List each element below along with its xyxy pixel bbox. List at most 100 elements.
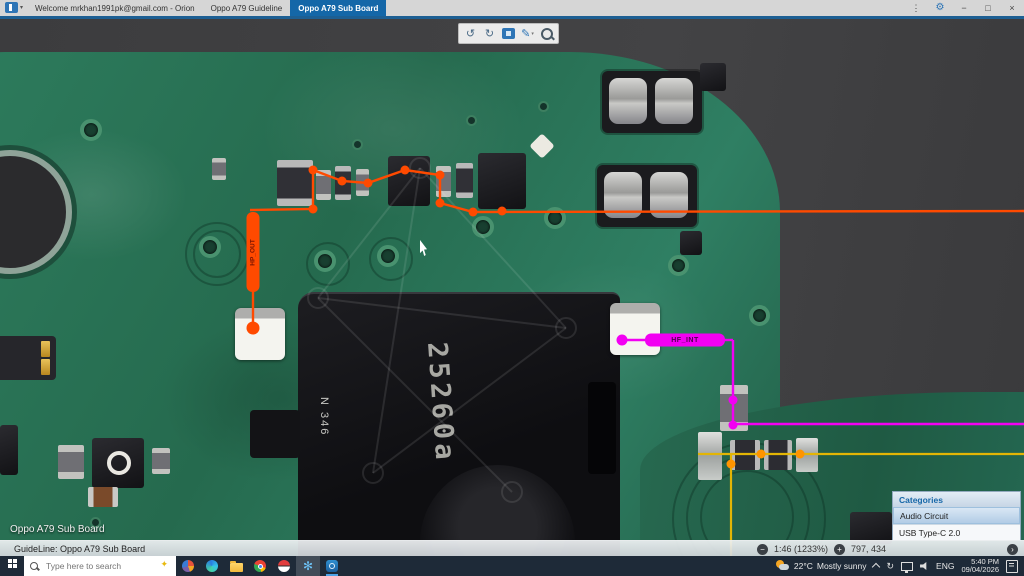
via-hole xyxy=(199,236,221,258)
pcb-component xyxy=(436,166,451,197)
windows-taskbar: ✦ ✻ 22°C Mostly sunny ↻ ENG 5:40 PM 09/0… xyxy=(0,556,1024,576)
via-hole xyxy=(314,250,336,272)
app-logo-icon[interactable] xyxy=(5,2,18,13)
zoom-search-button[interactable] xyxy=(537,26,556,42)
categories-header: Categories xyxy=(893,492,1020,507)
fit-screen-button[interactable] xyxy=(499,26,518,42)
weather-desc: Mostly sunny xyxy=(816,561,867,571)
weather-widget[interactable]: 22°C Mostly sunny xyxy=(775,560,867,572)
taskbar-search[interactable]: ✦ xyxy=(24,556,176,576)
via-hole xyxy=(472,216,494,238)
rotate-left-button[interactable]: ↺ xyxy=(461,26,480,42)
zoom-in-button[interactable]: + xyxy=(834,543,845,555)
taskbar-app-edge[interactable] xyxy=(200,556,224,576)
via-hole xyxy=(538,101,549,112)
view-toolbar: ↺ ↻ ✎ ▾ xyxy=(458,23,559,44)
orion-app-icon: ✻ xyxy=(302,559,314,573)
app-window: ▾ Welcome mrkhan1991pk@gmail.com - Orion… xyxy=(0,0,1024,576)
clock-date: 09/04/2026 xyxy=(961,565,999,574)
tab-sub-board[interactable]: Oppo A79 Sub Board xyxy=(290,0,387,16)
solder-pad-left xyxy=(235,308,285,360)
tab-guideline[interactable]: Oppo A79 Guideline xyxy=(203,0,291,16)
mic-can xyxy=(655,78,693,124)
taskbar-app-photos[interactable] xyxy=(176,556,200,576)
overflow-menu-icon[interactable]: ⋮ xyxy=(904,0,928,16)
edge-connector xyxy=(0,336,56,380)
settings-gear-icon[interactable]: ⚙ xyxy=(928,0,952,16)
minimize-button[interactable]: − xyxy=(952,0,976,16)
cursor-coordinates: 797, 434 xyxy=(851,544,887,554)
fit-screen-icon xyxy=(502,28,515,39)
photos-app-icon xyxy=(182,560,194,572)
category-audio-circuit[interactable]: Audio Circuit xyxy=(893,507,1020,524)
net-label-hp-out: HP_OUT xyxy=(249,239,257,266)
tab-welcome[interactable]: Welcome mrkhan1991pk@gmail.com - Orion xyxy=(27,0,203,16)
gold-pin xyxy=(41,359,50,375)
taskbar-app-explorer[interactable] xyxy=(224,556,248,576)
pcb-component xyxy=(700,63,726,91)
chip-marking-text: N 346 xyxy=(318,397,330,437)
search-icon xyxy=(30,562,38,570)
notification-center-icon[interactable] xyxy=(1006,559,1018,573)
pcb-component xyxy=(212,158,226,180)
pcb-component xyxy=(152,448,170,474)
camera-app-icon xyxy=(326,560,338,572)
zoom-level-label: 1:46 (1233%) xyxy=(773,544,828,554)
categories-panel: Categories Audio Circuit USB Type-C 2.0 xyxy=(892,491,1021,541)
pcb-component xyxy=(388,156,430,206)
jack-side-tab xyxy=(250,410,300,458)
pcb-component xyxy=(720,385,748,431)
maximize-button[interactable]: □ xyxy=(976,0,1000,16)
magnifier-icon xyxy=(540,27,553,40)
pcb-component xyxy=(58,445,84,479)
net-label-hf-int: HF_INT xyxy=(671,336,699,344)
tray-chevron-up-icon[interactable] xyxy=(872,562,881,572)
pcb-component xyxy=(456,163,473,198)
zoom-out-button[interactable]: − xyxy=(756,543,768,555)
mic-can xyxy=(650,172,688,218)
pcb-component xyxy=(680,231,702,255)
mic-can xyxy=(609,78,647,124)
language-indicator[interactable]: ENG xyxy=(936,561,954,571)
weather-sun-cloud-icon xyxy=(775,560,790,572)
via-hole xyxy=(377,245,399,267)
pcb-component xyxy=(88,487,118,507)
component-ring xyxy=(107,451,131,475)
close-button[interactable]: × xyxy=(1000,0,1024,16)
file-explorer-icon xyxy=(229,560,243,572)
accent-strip xyxy=(0,16,1024,19)
taskbar-app-red[interactable] xyxy=(272,556,296,576)
pcb-component xyxy=(698,432,722,480)
via-hole xyxy=(544,207,566,229)
taskbar-app-orion-active[interactable]: ✻ xyxy=(296,556,320,576)
pcb-component xyxy=(0,425,18,475)
pcb-component xyxy=(92,438,144,488)
taskbar-clock[interactable]: 5:40 PM 09/04/2026 xyxy=(961,558,999,574)
network-tray-icon[interactable] xyxy=(901,562,914,573)
pcb-viewer[interactable]: 25260a N 346 ↺ ↻ ✎ ▾ Oppo A79 Sub Board … xyxy=(0,19,1024,556)
pcb-component xyxy=(730,440,760,470)
rotate-right-button[interactable]: ↻ xyxy=(480,26,499,42)
search-highlights-icon[interactable]: ✦ xyxy=(160,559,168,570)
category-usb-type-c[interactable]: USB Type-C 2.0 xyxy=(893,524,1020,540)
windows-logo-icon xyxy=(7,559,12,563)
sync-tray-icon[interactable]: ↻ xyxy=(886,561,894,572)
statusbar-expand-button[interactable]: › xyxy=(1007,543,1018,555)
pcb-component xyxy=(796,438,818,472)
pcb-component xyxy=(764,440,792,470)
pcb-component xyxy=(478,153,526,209)
pcb-component xyxy=(335,166,351,200)
pen-dropdown-caret-icon[interactable]: ▾ xyxy=(531,31,534,37)
pcb-component xyxy=(356,169,369,196)
gold-pin xyxy=(41,341,50,357)
volume-tray-icon[interactable] xyxy=(920,562,927,570)
mic-component xyxy=(597,165,697,227)
start-button[interactable] xyxy=(0,556,24,576)
app-menu-caret-icon[interactable]: ▾ xyxy=(20,4,23,16)
mic-component xyxy=(602,71,702,133)
taskbar-app-camera[interactable] xyxy=(320,556,344,576)
pen-icon: ✎ xyxy=(521,28,531,40)
taskbar-app-chrome[interactable] xyxy=(248,556,272,576)
annotate-pen-button[interactable]: ✎ ▾ xyxy=(518,26,537,42)
search-input[interactable] xyxy=(44,557,148,575)
